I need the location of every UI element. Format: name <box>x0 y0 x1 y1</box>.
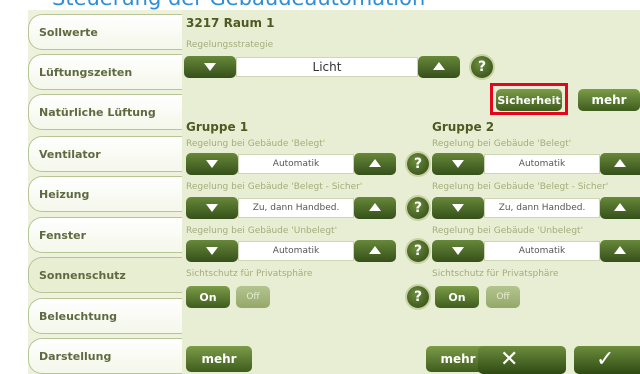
group2-row3-prev-button[interactable] <box>432 240 484 262</box>
sidebar-item-label: Lüftungszeiten <box>39 65 133 79</box>
group1-row3-label: Regelung bei Gebäude 'Unbelegt' <box>186 226 338 236</box>
group2-row2-next-button[interactable] <box>600 197 640 219</box>
chevron-up-icon <box>614 159 626 167</box>
chevron-up-icon <box>614 246 626 254</box>
chevron-down-icon <box>206 247 218 255</box>
chevron-down-icon <box>206 160 218 168</box>
group1-privacy-on-button[interactable]: On <box>186 286 230 308</box>
group1-privacy-label: Sichtschutz für Privatsphäre <box>186 269 313 279</box>
sidebar: Sollwerte Lüftungszeiten Natürliche Lüft… <box>28 10 182 374</box>
sidebar-item-natuerliche-lueftung[interactable]: Natürliche Lüftung <box>28 94 182 130</box>
sidebar-item-lueftungszeiten[interactable]: Lüftungszeiten <box>28 54 182 90</box>
group1-row2-prev-button[interactable] <box>186 197 238 219</box>
group2-row2-prev-button[interactable] <box>432 197 484 219</box>
group1-row1-label: Regelung bei Gebäude 'Belegt' <box>186 139 326 149</box>
help-icon[interactable]: ? <box>407 286 429 308</box>
sidebar-item-label: Heizung <box>39 187 90 201</box>
group2-row1-field: Automatik <box>484 154 600 174</box>
group2-privacy-label: Sichtschutz für Privatsphäre <box>432 269 559 279</box>
group1-row2-label: Regelung bei Gebäude 'Belegt - Sicher' <box>186 182 363 192</box>
sidebar-item-label: Darstellung <box>39 349 112 363</box>
group1-row2-next-button[interactable] <box>354 197 396 219</box>
group1-privacy-off-button[interactable]: Off <box>236 286 270 308</box>
help-icon[interactable]: ? <box>471 56 493 78</box>
window-title: Steuerung der Gebäudeautomation <box>52 0 425 10</box>
group1-row1-prev-button[interactable] <box>186 153 238 175</box>
group2-row2-field: Zu, dann Handbed. <box>484 198 600 218</box>
strategy-next-button[interactable] <box>418 56 460 78</box>
help-icon[interactable]: ? <box>407 153 429 175</box>
sidebar-item-sollwerte[interactable]: Sollwerte <box>28 14 182 50</box>
sidebar-item-beleuchtung[interactable]: Beleuchtung <box>28 298 182 334</box>
checkmark-icon: ✓ <box>596 347 615 372</box>
page-title: 3217 Raum 1 <box>186 16 275 30</box>
mehr-button[interactable]: mehr <box>578 89 640 111</box>
sidebar-item-label: Ventilator <box>39 147 101 161</box>
group1-title: Gruppe 1 <box>186 120 249 134</box>
strategy-field: Licht <box>236 57 418 77</box>
sidebar-item-fenster[interactable]: Fenster <box>28 217 182 253</box>
chevron-up-icon <box>433 62 445 70</box>
chevron-down-icon <box>452 204 464 212</box>
cancel-button[interactable]: ✕ <box>478 346 566 374</box>
group2-row1-label: Regelung bei Gebäude 'Belegt' <box>432 139 572 149</box>
group1-row2-field: Zu, dann Handbed. <box>238 198 354 218</box>
mehr-bottom-left-button[interactable]: mehr <box>186 346 252 372</box>
sidebar-item-label: Fenster <box>39 228 87 242</box>
group2-row1-prev-button[interactable] <box>432 153 484 175</box>
group2-row3-label: Regelung bei Gebäude 'Unbelegt' <box>432 226 584 236</box>
group1-row1-next-button[interactable] <box>354 153 396 175</box>
sidebar-item-label: Natürliche Lüftung <box>39 105 156 119</box>
sidebar-item-sonnenschutz[interactable]: Sonnenschutz <box>28 257 182 293</box>
help-icon[interactable]: ? <box>407 197 429 219</box>
help-icon[interactable]: ? <box>407 240 429 262</box>
sidebar-item-darstellung[interactable]: Darstellung <box>28 338 182 374</box>
group1-row3-field: Automatik <box>238 241 354 261</box>
chevron-down-icon <box>452 160 464 168</box>
chevron-down-icon <box>204 63 216 71</box>
chevron-up-icon <box>369 246 381 254</box>
group1-row3-prev-button[interactable] <box>186 240 238 262</box>
chevron-up-icon <box>369 159 381 167</box>
highlight-frame <box>490 83 568 115</box>
group1-row1-field: Automatik <box>238 154 354 174</box>
chevron-down-icon <box>452 247 464 255</box>
confirm-button[interactable]: ✓ <box>574 346 640 374</box>
group2-row3-next-button[interactable] <box>600 240 640 262</box>
group2-row1-next-button[interactable] <box>600 153 640 175</box>
chevron-up-icon <box>369 203 381 211</box>
close-icon: ✕ <box>500 347 519 372</box>
sidebar-item-heizung[interactable]: Heizung <box>28 176 182 212</box>
group2-row2-label: Regelung bei Gebäude 'Belegt - Sicher' <box>432 182 609 192</box>
group2-row3-field: Automatik <box>484 241 600 261</box>
sidebar-item-ventilator[interactable]: Ventilator <box>28 136 182 172</box>
group2-privacy-on-button[interactable]: On <box>435 286 479 308</box>
chevron-down-icon <box>206 204 218 212</box>
group2-privacy-off-button[interactable]: Off <box>486 286 520 308</box>
sidebar-item-label: Sollwerte <box>39 25 98 39</box>
strategy-prev-button[interactable] <box>184 56 236 78</box>
sidebar-item-label: Sonnenschutz <box>39 268 126 282</box>
sidebar-item-label: Beleuchtung <box>39 309 118 323</box>
group2-title: Gruppe 2 <box>432 120 495 134</box>
strategy-label: Regelungsstrategie <box>186 40 274 50</box>
group1-row3-next-button[interactable] <box>354 240 396 262</box>
chevron-up-icon <box>614 203 626 211</box>
window-title-bar: Steuerung der Gebäudeautomation <box>0 0 640 10</box>
